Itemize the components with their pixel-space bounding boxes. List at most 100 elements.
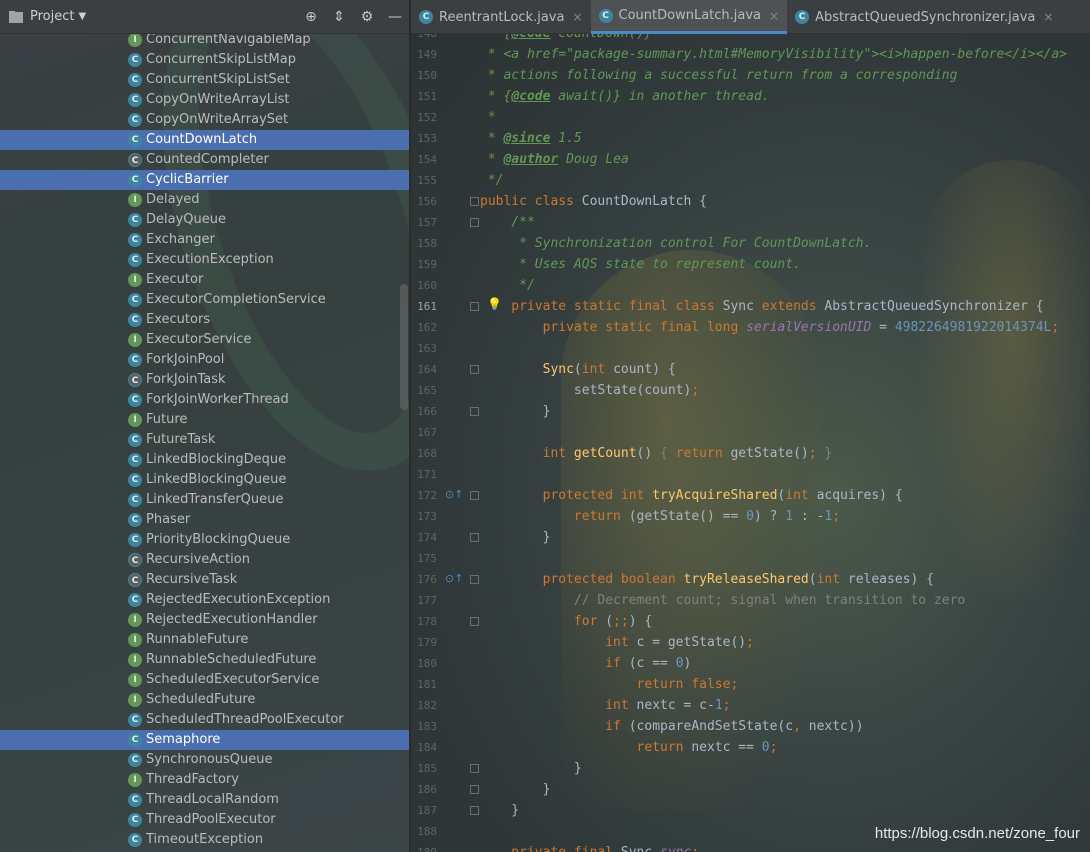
line-number[interactable]: 178: [411, 615, 437, 628]
line-number[interactable]: 158: [411, 237, 437, 250]
tree-item[interactable]: C LinkedTransferQueue: [0, 490, 410, 510]
code-line[interactable]: public class CountDownLatch {: [480, 191, 707, 212]
tree-item[interactable]: C CopyOnWriteArraySet: [0, 110, 410, 130]
tree-item[interactable]: I ThreadFactory: [0, 770, 410, 790]
editor-tab[interactable]: C AbstractQueuedSynchronizer.java ×: [787, 0, 1061, 34]
fold-marker-icon[interactable]: [470, 575, 479, 584]
fold-marker-icon[interactable]: [470, 533, 479, 542]
gear-icon[interactable]: ⚙: [358, 8, 376, 26]
line-number[interactable]: 155: [411, 174, 437, 187]
fold-marker-icon[interactable]: [470, 218, 479, 227]
tree-item[interactable]: C SynchronousQueue: [0, 750, 410, 770]
tree-item[interactable]: I Delayed: [0, 190, 410, 210]
code-editor[interactable]: 1481491501511521531541551561571581591601…: [411, 0, 1090, 852]
line-number[interactable]: 183: [411, 720, 437, 733]
line-number[interactable]: 185: [411, 762, 437, 775]
tree-item[interactable]: I RejectedExecutionHandler: [0, 610, 410, 630]
fold-marker-icon[interactable]: [470, 197, 479, 206]
line-number[interactable]: 167: [411, 426, 437, 439]
code-line[interactable]: * actions following a successful return …: [480, 65, 958, 86]
override-marker-icon[interactable]: ⊙↑: [445, 572, 463, 585]
line-number[interactable]: 154: [411, 153, 437, 166]
tree-item[interactable]: C RecursiveAction: [0, 550, 410, 570]
line-number[interactable]: 165: [411, 384, 437, 397]
tree-item[interactable]: I Future: [0, 410, 410, 430]
line-number[interactable]: 177: [411, 594, 437, 607]
line-number[interactable]: 150: [411, 69, 437, 82]
code-line[interactable]: for (;;) {: [480, 611, 652, 632]
tree-item[interactable]: C FutureTask: [0, 430, 410, 450]
fold-marker-icon[interactable]: [470, 365, 479, 374]
tree-item[interactable]: C Executors: [0, 310, 410, 330]
chevron-down-icon[interactable]: ▼: [78, 11, 86, 22]
tree-item[interactable]: C Exchanger: [0, 230, 410, 250]
line-number[interactable]: 160: [411, 279, 437, 292]
code-line[interactable]: * {@code await()} in another thread.: [480, 86, 770, 107]
line-number[interactable]: 149: [411, 48, 437, 61]
tree-item[interactable]: I RunnableFuture: [0, 630, 410, 650]
tree-item[interactable]: I Executor: [0, 270, 410, 290]
code-line[interactable]: * Uses AQS state to represent count.: [480, 254, 801, 275]
collapse-all-icon[interactable]: ⇕: [330, 8, 348, 26]
line-number[interactable]: 173: [411, 510, 437, 523]
fold-marker-icon[interactable]: [470, 491, 479, 500]
close-icon[interactable]: ×: [769, 9, 779, 23]
tree-item[interactable]: C LinkedBlockingQueue: [0, 470, 410, 490]
tree-item[interactable]: C RecursiveTask: [0, 570, 410, 590]
code-line[interactable]: * <a href="package-summary.html#MemoryVi…: [480, 44, 1067, 65]
code-line[interactable]: return false;: [480, 674, 739, 695]
line-number[interactable]: 161: [411, 300, 437, 313]
line-number[interactable]: 151: [411, 90, 437, 103]
tree-item[interactable]: C ForkJoinWorkerThread: [0, 390, 410, 410]
line-number[interactable]: 175: [411, 552, 437, 565]
code-line[interactable]: int getCount() { return getState(); }: [480, 443, 833, 464]
line-number[interactable]: 181: [411, 678, 437, 691]
code-line[interactable]: }: [480, 800, 519, 821]
tree-item[interactable]: I ScheduledFuture: [0, 690, 410, 710]
line-number[interactable]: 182: [411, 699, 437, 712]
fold-marker-icon[interactable]: [470, 407, 479, 416]
code-line[interactable]: Sync(int count) {: [480, 359, 676, 380]
code-line[interactable]: /**: [480, 212, 535, 233]
tree-item[interactable]: C LinkedBlockingDeque: [0, 450, 410, 470]
tree-item[interactable]: C ExecutionException: [0, 250, 410, 270]
tree-item[interactable]: C DelayQueue: [0, 210, 410, 230]
fold-marker-icon[interactable]: [470, 302, 479, 311]
code-line[interactable]: *: [480, 107, 496, 128]
code-line[interactable]: setState(count);: [480, 380, 699, 401]
fold-marker-icon[interactable]: [470, 806, 479, 815]
line-number[interactable]: 166: [411, 405, 437, 418]
line-number[interactable]: 187: [411, 804, 437, 817]
tree-item[interactable]: C CopyOnWriteArrayList: [0, 90, 410, 110]
fold-marker-icon[interactable]: [470, 617, 479, 626]
tree-item[interactable]: I ScheduledExecutorService: [0, 670, 410, 690]
line-number[interactable]: 162: [411, 321, 437, 334]
tree-item[interactable]: C ForkJoinPool: [0, 350, 410, 370]
code-line[interactable]: int c = getState();: [480, 632, 754, 653]
editor-tab[interactable]: C ReentrantLock.java ×: [411, 0, 591, 34]
editor-gutter[interactable]: 1481491501511521531541551561571581591601…: [411, 27, 502, 852]
code-line[interactable]: * @author Doug Lea: [480, 149, 629, 170]
code-line[interactable]: return (getState() == 0) ? 1 : -1;: [480, 506, 840, 527]
tree-item[interactable]: C Phaser: [0, 510, 410, 530]
line-number[interactable]: 153: [411, 132, 437, 145]
line-number[interactable]: 164: [411, 363, 437, 376]
line-number[interactable]: 176: [411, 573, 437, 586]
editor-tab[interactable]: C CountDownLatch.java ×: [590, 0, 788, 34]
code-line[interactable]: int nextc = c-1;: [480, 695, 730, 716]
code-line[interactable]: private static final long serialVersionU…: [480, 317, 1060, 338]
code-line[interactable]: }: [480, 758, 582, 779]
code-line[interactable]: protected boolean tryReleaseShared(int r…: [480, 569, 934, 590]
tree-item[interactable]: C TimeoutException: [0, 830, 410, 850]
code-line[interactable]: }: [480, 527, 551, 548]
code-line[interactable]: */: [480, 275, 535, 296]
tree-item[interactable]: C RejectedExecutionException: [0, 590, 410, 610]
code-line[interactable]: * @since 1.5: [480, 128, 582, 149]
code-line[interactable]: protected int tryAcquireShared(int acqui…: [480, 485, 903, 506]
tree-item[interactable]: C Semaphore: [0, 730, 410, 750]
line-number[interactable]: 189: [411, 846, 437, 852]
tree-item[interactable]: C ForkJoinTask: [0, 370, 410, 390]
project-title[interactable]: Project: [30, 9, 74, 24]
line-number[interactable]: 163: [411, 342, 437, 355]
line-number[interactable]: 152: [411, 111, 437, 124]
